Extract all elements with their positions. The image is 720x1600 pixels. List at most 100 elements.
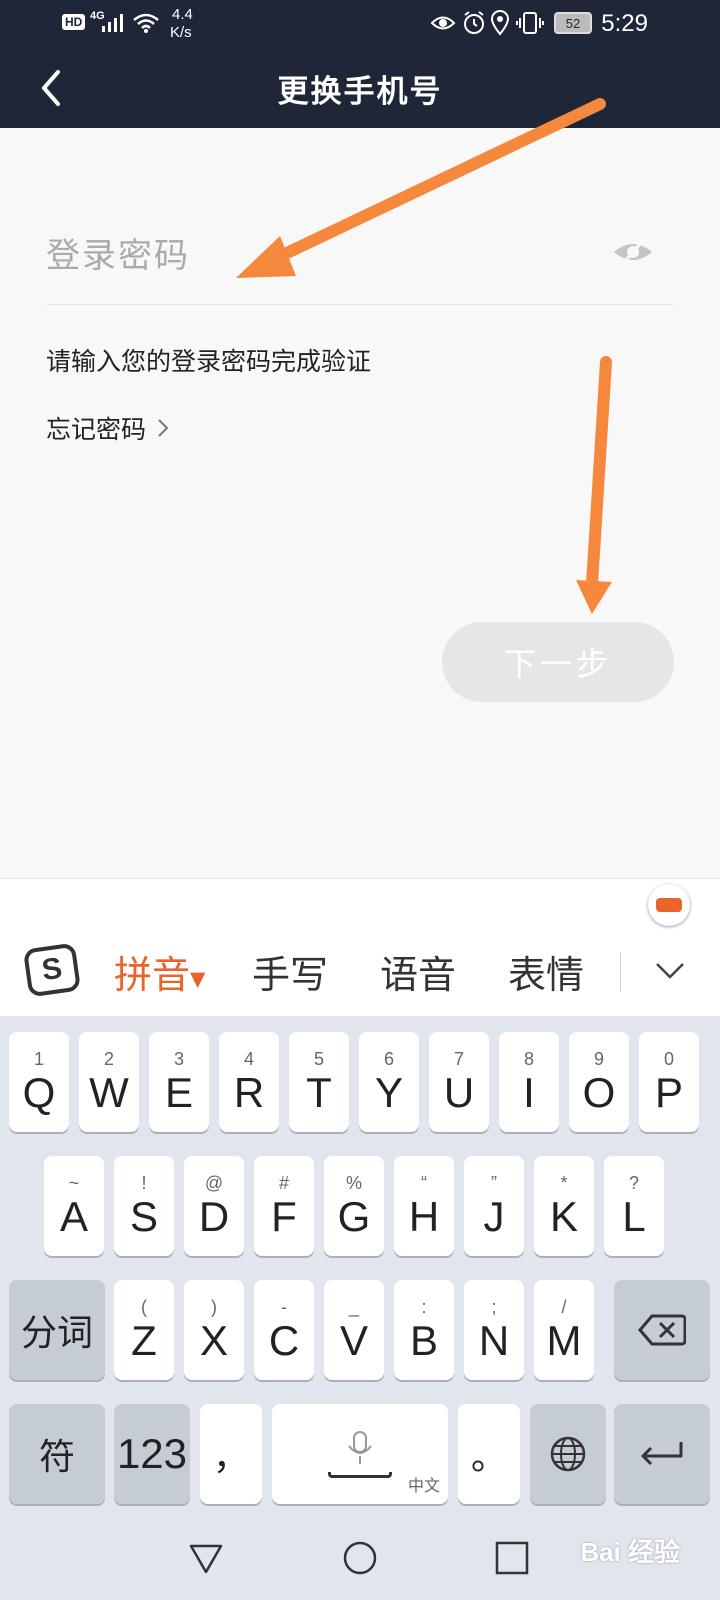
key-label: V: [339, 1317, 368, 1364]
key-language[interactable]: [530, 1404, 606, 1504]
key-numbers[interactable]: 123: [114, 1404, 190, 1504]
key-n[interactable]: ; N: [464, 1280, 524, 1380]
key-secondary-label: :: [421, 1297, 427, 1317]
key-w[interactable]: 2W: [79, 1032, 139, 1132]
key-secondary-label: ?: [628, 1173, 639, 1193]
input-divider: [46, 304, 674, 305]
key-backspace[interactable]: [614, 1280, 710, 1380]
key-label: D: [198, 1193, 230, 1240]
key-t[interactable]: 5T: [289, 1032, 349, 1132]
key-v[interactable]: _ V: [324, 1280, 384, 1380]
eye-comfort-icon: [430, 16, 456, 30]
nav-recents-icon[interactable]: [494, 1540, 530, 1576]
key-b[interactable]: :B: [394, 1280, 454, 1380]
key-label: G: [337, 1193, 371, 1240]
key-label: 123: [116, 1430, 188, 1477]
key-z[interactable]: (Z: [114, 1280, 174, 1380]
key-h[interactable]: “H: [394, 1156, 454, 1256]
key-comma[interactable]: ，: [200, 1404, 262, 1504]
key-e[interactable]: 3E: [149, 1032, 209, 1132]
key-label: X: [199, 1317, 228, 1364]
tab-handwriting[interactable]: 手写: [252, 944, 328, 999]
verification-hint: 请输入您的登录密码完成验证: [46, 347, 372, 376]
arrow-head-next: [576, 580, 612, 614]
key-g[interactable]: % G: [324, 1156, 384, 1256]
key-label: R: [233, 1069, 265, 1116]
key-x[interactable]: ) X: [184, 1280, 244, 1380]
page-title: 更换手机号: [277, 74, 443, 110]
key-l[interactable]: ? L: [604, 1156, 664, 1256]
caret-down-icon: ▼: [190, 966, 206, 991]
key-secondary-label: 7: [453, 1049, 464, 1069]
key-label: I: [523, 1069, 535, 1116]
key-secondary-label: 4: [243, 1049, 254, 1069]
tab-voice[interactable]: 语音: [380, 944, 456, 999]
key-c[interactable]: -C: [254, 1280, 314, 1380]
wifi-icon: [133, 13, 159, 33]
key-y[interactable]: 6Y: [359, 1032, 419, 1132]
nav-home-icon[interactable]: [342, 1540, 378, 1576]
forgot-password-link[interactable]: 忘记密码: [46, 410, 170, 446]
key-label: 。: [470, 1437, 507, 1478]
key-secondary-label: ;: [491, 1297, 497, 1317]
key-label: E: [164, 1069, 193, 1116]
ime-toolbar: [0, 878, 720, 1016]
key-secondary-label: 3: [173, 1049, 184, 1069]
key-period[interactable]: 。: [458, 1404, 520, 1504]
key-u[interactable]: 7U: [429, 1032, 489, 1132]
password-visibility-icon[interactable]: [612, 238, 654, 266]
key-secondary-label: (: [141, 1297, 147, 1317]
chevron-right-icon: [158, 419, 169, 437]
hd-indicator: HD: [62, 14, 86, 30]
tab-emoji[interactable]: 表情: [508, 944, 584, 999]
microphone-icon: [348, 1431, 372, 1464]
key-s[interactable]: ! S: [114, 1156, 174, 1256]
key-secondary-label: #: [278, 1173, 289, 1193]
key-i[interactable]: 8I: [499, 1032, 559, 1132]
key-label: ，: [212, 1437, 249, 1478]
key-label: B: [409, 1317, 438, 1364]
nav-back-icon[interactable]: [188, 1540, 224, 1576]
key-secondary-label: 0: [663, 1049, 674, 1069]
key-secondary-label: ~: [68, 1173, 80, 1193]
key-secondary-label: @: [204, 1173, 224, 1193]
password-input[interactable]: 登录密码: [46, 228, 190, 277]
key-label: N: [478, 1317, 510, 1364]
key-label: Z: [131, 1317, 157, 1364]
key-k[interactable]: * K: [534, 1156, 594, 1256]
key-m[interactable]: / M: [534, 1280, 594, 1380]
tab-pinyin[interactable]: 拼音▼: [114, 944, 205, 999]
alarm-icon: [464, 11, 484, 34]
key-label: H: [408, 1193, 440, 1240]
key-secondary-label: 8: [523, 1049, 534, 1069]
key-segment[interactable]: 分词: [9, 1280, 105, 1380]
collapse-keyboard-icon[interactable]: [654, 960, 686, 982]
key-label: P: [654, 1069, 683, 1116]
key-label: C: [268, 1317, 300, 1364]
key-enter[interactable]: [614, 1404, 710, 1504]
key-secondary-label: 6: [383, 1049, 394, 1069]
next-button[interactable]: 下一步: [442, 622, 674, 702]
key-label: J: [483, 1193, 505, 1240]
toolbar-divider: [620, 952, 621, 992]
key-secondary-label: 2: [103, 1049, 114, 1069]
key-d[interactable]: @ D: [184, 1156, 244, 1256]
vibrate-icon: [516, 12, 544, 34]
key-label: 符: [38, 1437, 75, 1478]
key-o[interactable]: 9O: [569, 1032, 629, 1132]
key-q[interactable]: 1Q: [9, 1032, 69, 1132]
sogou-logo-icon[interactable]: S: [22, 942, 82, 998]
key-space[interactable]: 中文: [272, 1404, 448, 1504]
key-f[interactable]: # F: [254, 1156, 314, 1256]
key-p[interactable]: 0P: [639, 1032, 699, 1132]
key-a[interactable]: ~ A: [44, 1156, 104, 1256]
location-icon: [490, 10, 510, 36]
key-secondary-label: *: [560, 1173, 568, 1193]
key-secondary-label: 5: [313, 1049, 324, 1069]
key-j[interactable]: ” J: [464, 1156, 524, 1256]
key-secondary-label: ”: [491, 1173, 497, 1193]
key-r[interactable]: 4R: [219, 1032, 279, 1132]
backspace-icon: [638, 1314, 686, 1346]
ime-mascot-icon[interactable]: [648, 884, 690, 926]
key-symbols[interactable]: 符: [9, 1404, 105, 1504]
